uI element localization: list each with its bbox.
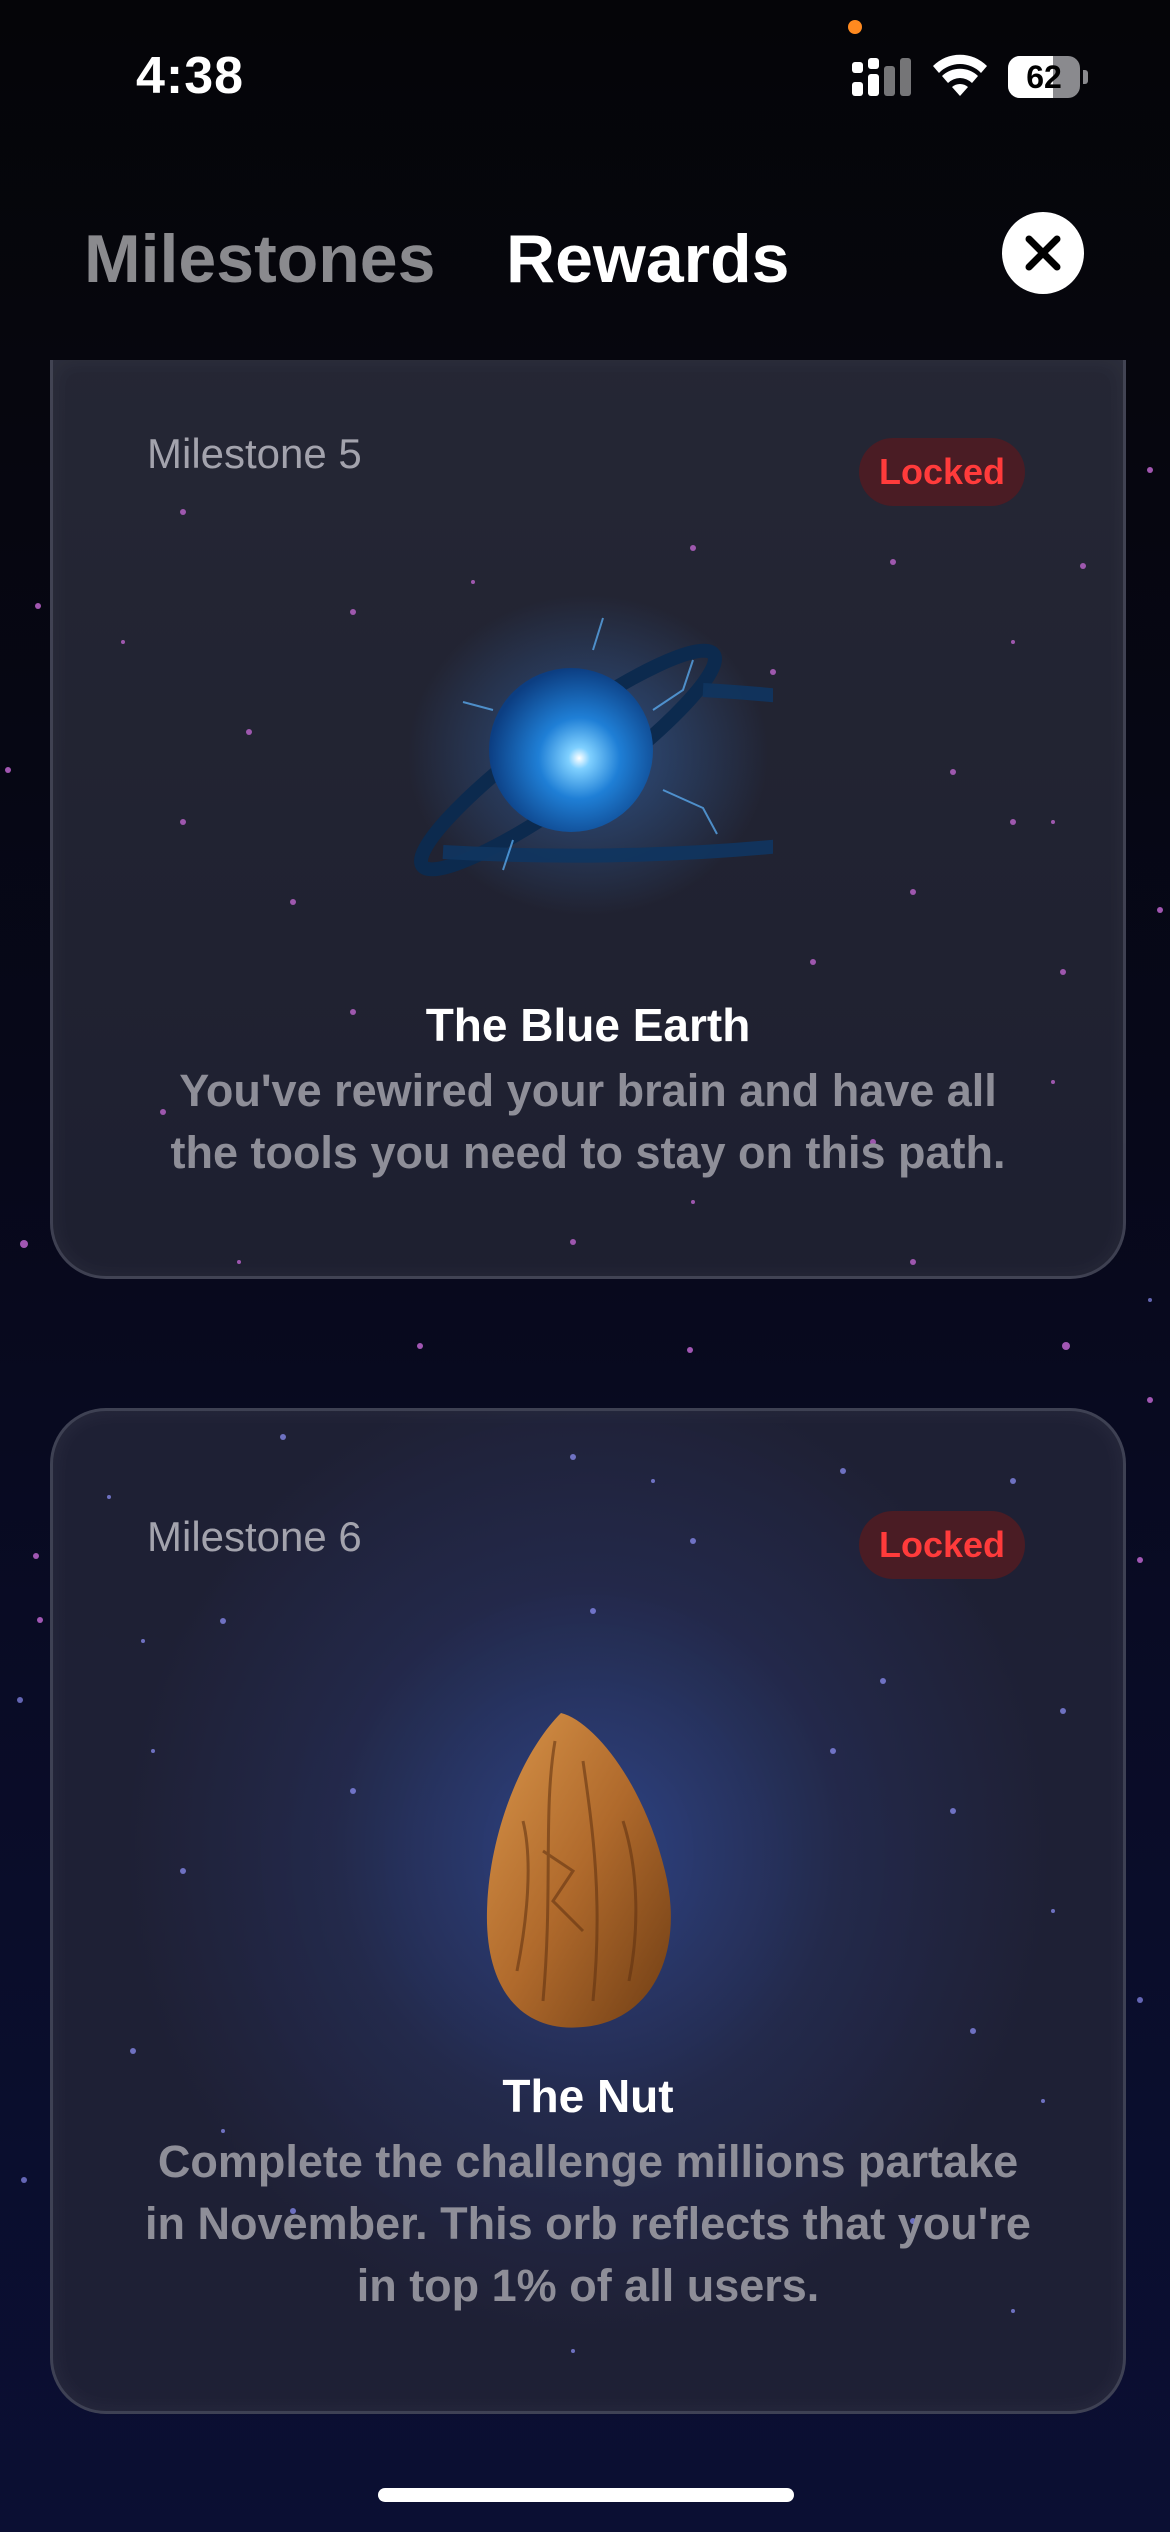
battery-nub xyxy=(1083,70,1088,84)
battery-indicator: 62 xyxy=(1008,56,1088,98)
close-icon xyxy=(1025,235,1061,271)
reward-title: The Nut xyxy=(502,2070,674,2122)
reward-description: Complete the challenge millions partake … xyxy=(145,2136,1031,2311)
reward-title: The Blue Earth xyxy=(425,999,751,1051)
wifi-icon xyxy=(933,54,987,96)
reward-card-milestone-6[interactable]: Milestone 6 Locked The Nut Complete the … xyxy=(50,1408,1126,2414)
rewards-header: Milestones Rewards xyxy=(0,200,1170,320)
close-button[interactable] xyxy=(1002,212,1084,294)
reward-description: You've rewired your brain and have all t… xyxy=(170,1065,1006,1178)
milestone-label: Milestone 6 xyxy=(147,1513,362,1560)
tab-rewards[interactable]: Rewards xyxy=(506,220,789,298)
almond-icon xyxy=(486,1713,671,2028)
reward-card-milestone-5[interactable]: Milestone 5 Locked The Blue Earth You've… xyxy=(50,360,1126,1279)
status-time: 4:38 xyxy=(136,47,245,105)
milestone-label: Milestone 5 xyxy=(147,430,362,477)
tab-milestones[interactable]: Milestones xyxy=(84,220,435,298)
privacy-indicator-dot xyxy=(848,20,862,34)
home-indicator[interactable] xyxy=(378,2488,794,2502)
status-badge: Locked xyxy=(859,1511,1025,1579)
status-badge: Locked xyxy=(859,438,1025,506)
cellular-signal-icon xyxy=(852,58,911,96)
battery-body: 62 xyxy=(1008,56,1080,98)
blue-ringed-planet-icon xyxy=(408,595,773,915)
status-bar: 4:38 62 xyxy=(0,0,1170,150)
battery-level: 62 xyxy=(1026,59,1062,95)
